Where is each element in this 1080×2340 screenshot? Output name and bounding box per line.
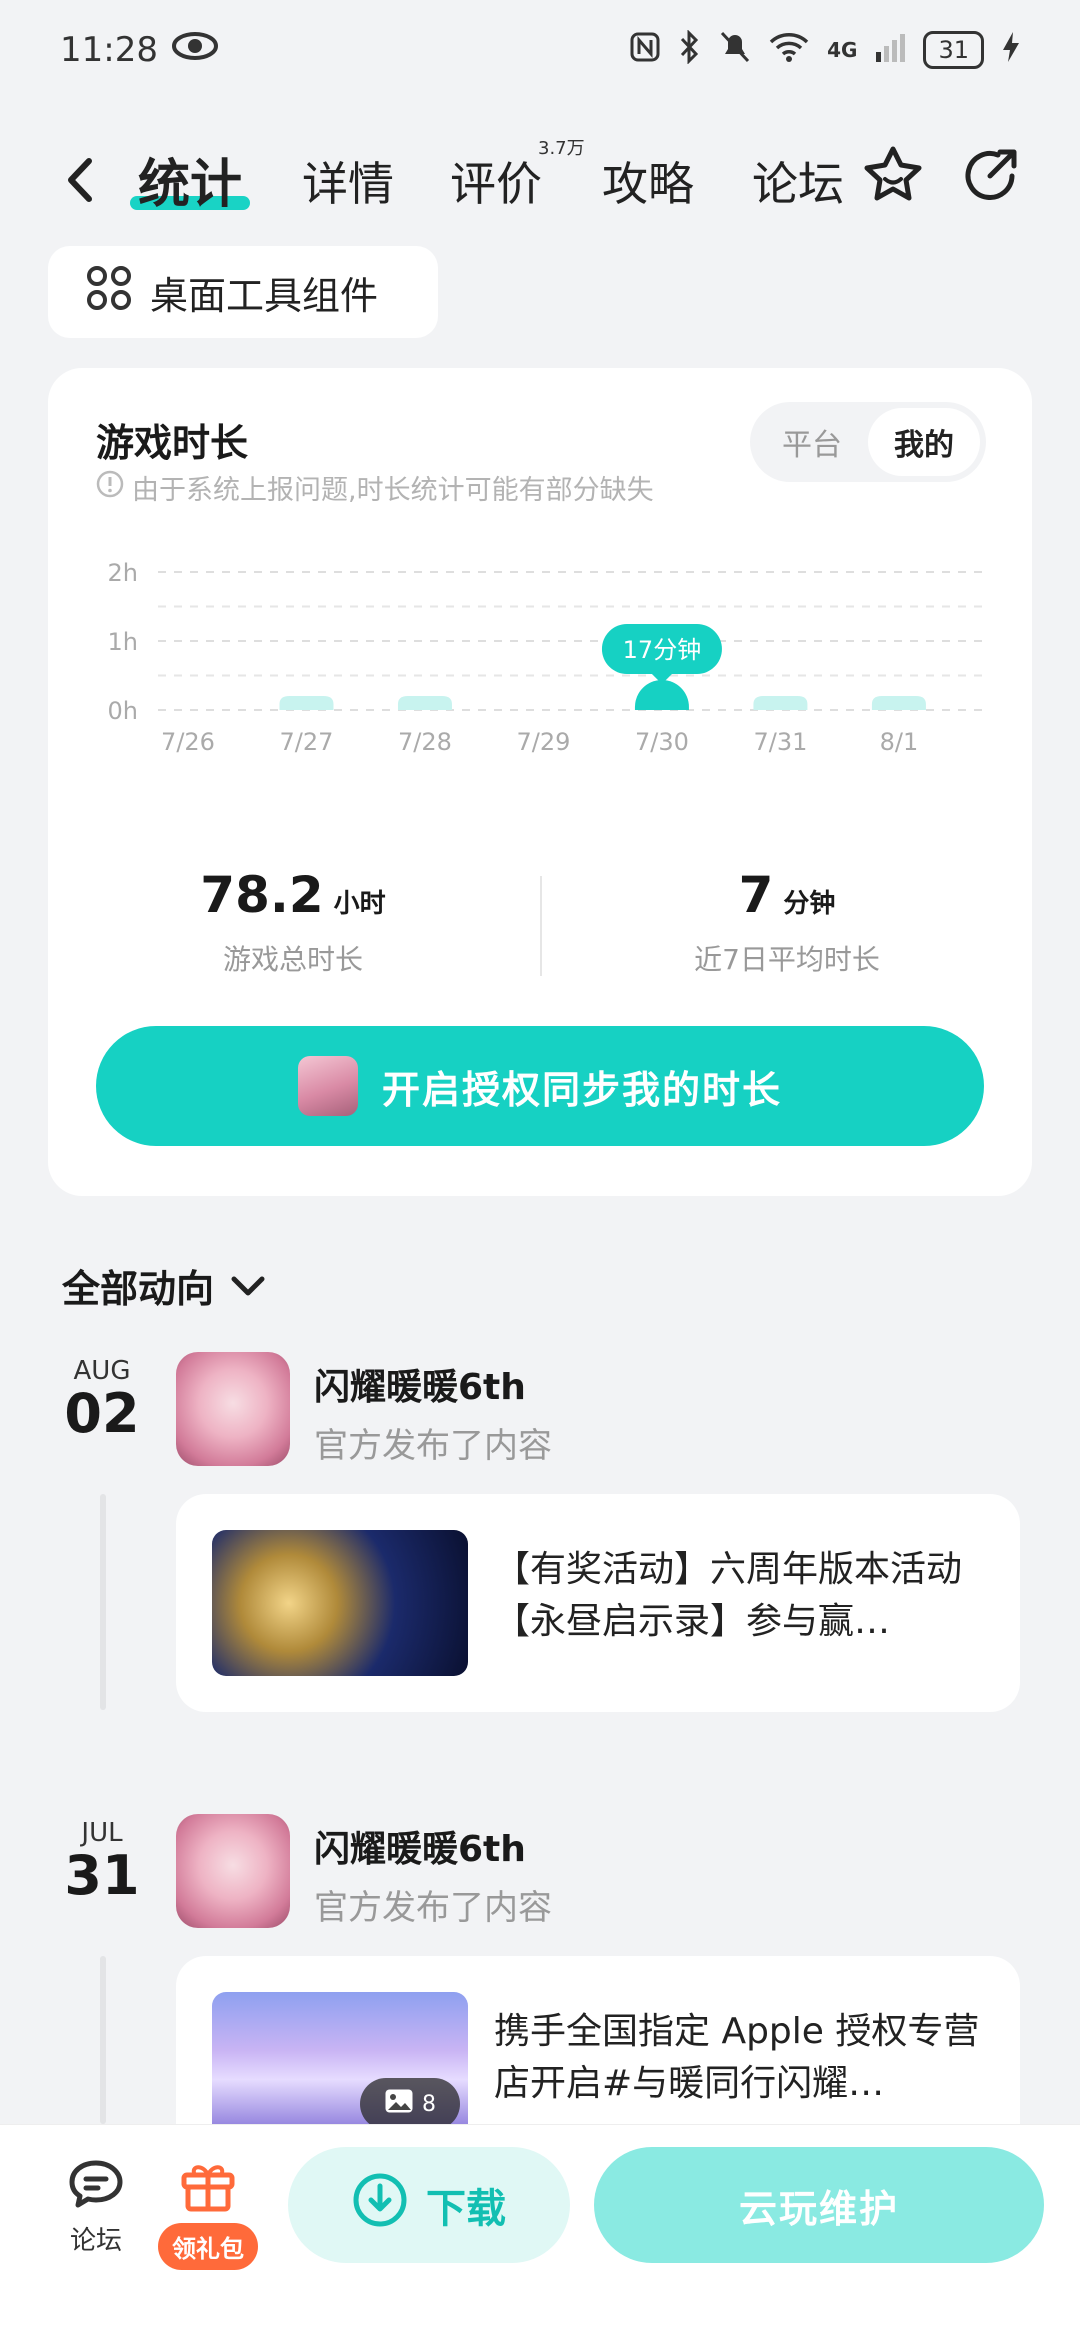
favorite-star-icon[interactable]	[858, 140, 928, 210]
entry-subtitle: 官方发布了内容	[314, 1426, 552, 1466]
battery-indicator: 31	[923, 31, 984, 69]
game-avatar[interactable]	[176, 1352, 290, 1466]
y-tick-label: 0h	[108, 697, 138, 725]
tab-guides[interactable]: 攻略	[602, 148, 694, 214]
desktop-widget-button[interactable]: 桌面工具组件	[48, 246, 438, 338]
feed-filter-dropdown[interactable]: 全部动向	[62, 1258, 266, 1313]
playtime-card: 游戏时长 由于系统上报问题,时长统计可能有部分缺失 平台 我的 0h 1h 2h 7/…	[48, 368, 1032, 1196]
entry-day: 02	[64, 1382, 140, 1445]
widget-label: 桌面工具组件	[150, 273, 379, 318]
image-count: 8	[422, 2091, 436, 2117]
entry-day: 31	[64, 1844, 140, 1907]
tab-stats[interactable]: 统计	[138, 142, 242, 217]
info-icon	[96, 470, 124, 505]
chat-icon	[66, 2160, 126, 2220]
y-tick-label: 1h	[108, 628, 138, 656]
x-tick-label: 7/31	[753, 728, 807, 756]
top-nav: 统计 详情 评价 3.7万 攻略 论坛	[0, 130, 1080, 230]
gift-icon	[178, 2165, 238, 2217]
forum-label: 论坛	[69, 2226, 122, 2256]
card-title: 游戏时长	[96, 421, 249, 465]
x-tick-label: 7/28	[398, 728, 452, 756]
game-avatar	[297, 1056, 358, 1116]
download-label: 下载	[426, 2186, 506, 2232]
chart-bar	[871, 696, 926, 710]
card-note: 由于系统上报问题,时长统计可能有部分缺失	[96, 468, 654, 507]
status-bar: 11:28 4G 31	[0, 0, 1080, 100]
feed-filter-label: 全部动向	[62, 1267, 215, 1311]
entry-author-name[interactable]: 闪耀暖暖6th	[314, 1820, 526, 1872]
charging-icon	[1002, 31, 1020, 70]
source-segment-control: 平台 我的	[750, 402, 986, 482]
x-tick-label: 8/1	[880, 728, 919, 756]
post-card[interactable]: 【有奖活动】六周年版本活动【永昼启示录】参与赢…	[176, 1494, 1020, 1712]
tab-reviews[interactable]: 评价	[450, 148, 542, 214]
tab-forum[interactable]: 论坛	[752, 148, 844, 214]
post-title: 携手全国指定 Apple 授权专营店开启#与暖同行闪耀…	[494, 2011, 980, 2104]
average-playtime-label: 近7日平均时长	[694, 943, 880, 976]
chart-bar	[753, 696, 808, 710]
game-avatar[interactable]	[176, 1814, 290, 1928]
average-playtime-block: 7 分钟 近7日平均时长	[542, 866, 1032, 978]
timeline-line	[100, 1956, 106, 2124]
segment-platform[interactable]: 平台	[756, 408, 868, 476]
network-label: 4G	[827, 38, 858, 62]
total-playtime-label: 游戏总时长	[222, 943, 363, 976]
cloud-play-button[interactable]: 云玩维护	[594, 2147, 1044, 2263]
chevron-down-icon	[230, 1264, 266, 1308]
x-tick-label: 7/26	[161, 728, 215, 756]
status-time: 11:28	[60, 30, 158, 70]
cloud-play-label: 云玩维护	[738, 2186, 899, 2231]
image-count-badge: 8	[360, 2078, 460, 2130]
download-icon	[352, 2172, 408, 2238]
entry-subtitle: 官方发布了内容	[314, 1888, 552, 1928]
average-playtime-value: 7	[738, 866, 774, 924]
post-thumbnail	[212, 1530, 468, 1676]
total-playtime-block: 78.2 小时 游戏总时长	[48, 866, 538, 978]
back-button[interactable]	[55, 150, 105, 210]
nfc-icon	[629, 31, 661, 70]
x-tick-label: 7/27	[280, 728, 334, 756]
sync-button-label: 开启授权同步我的时长	[381, 1067, 782, 1112]
x-tick-label: 7/29	[517, 728, 571, 756]
bluetooth-icon	[679, 28, 701, 71]
signal-icon	[875, 32, 906, 69]
totals-row: 78.2 小时 游戏总时长 7 分钟 近7日平均时长	[48, 866, 1032, 986]
chart-bar	[634, 680, 689, 710]
widget-grid-icon	[86, 265, 132, 320]
gift-pack-shortcut[interactable]: 领礼包	[150, 2157, 266, 2270]
download-button[interactable]: 下载	[288, 2147, 570, 2263]
status-right: 4G 31	[629, 28, 1020, 71]
bar-tooltip-label: 17分钟	[623, 636, 702, 664]
entry-author-name[interactable]: 闪耀暖暖6th	[314, 1358, 526, 1410]
entry-date: AUG 02	[62, 1356, 142, 1445]
image-icon	[384, 2088, 414, 2120]
chart-bar	[279, 696, 334, 710]
post-thumbnail: 8	[212, 1992, 468, 2138]
bottom-action-bar: 论坛 领礼包 下载 云玩维护	[0, 2124, 1080, 2340]
review-count-badge: 3.7万	[538, 138, 585, 159]
share-icon[interactable]	[956, 140, 1026, 210]
total-playtime-value: 78.2	[200, 866, 324, 924]
forum-shortcut[interactable]: 论坛	[56, 2157, 136, 2257]
eye-icon	[171, 30, 218, 70]
playtime-chart: 0h 1h 2h 7/26 7/27 7/28 7/29 7/30 7/31 8/1 17分钟	[48, 548, 1032, 808]
post-title: 【有奖活动】六周年版本活动【永昼启示录】参与赢…	[494, 1549, 963, 1642]
x-tick-label: 7/30	[635, 728, 689, 756]
playtime-chart-svg: 0h 1h 2h 7/26 7/27 7/28 7/29 7/30 7/31 8/1 17分钟	[108, 559, 988, 756]
segment-mine[interactable]: 我的	[868, 408, 980, 476]
card-note-text: 由于系统上报问题,时长统计可能有部分缺失	[132, 475, 654, 506]
entry-date: JUL 31	[62, 1818, 142, 1907]
gift-label: 领礼包	[158, 2223, 258, 2270]
timeline-line	[100, 1494, 106, 1710]
mute-icon	[719, 30, 751, 71]
chart-bar	[397, 696, 452, 710]
y-tick-label: 2h	[108, 559, 138, 587]
tab-details[interactable]: 详情	[302, 148, 394, 214]
status-left: 11:28	[60, 30, 218, 70]
wifi-icon	[769, 32, 809, 69]
total-playtime-unit: 小时	[333, 889, 386, 919]
average-playtime-unit: 分钟	[783, 889, 836, 919]
sync-playtime-button[interactable]: 开启授权同步我的时长	[96, 1026, 984, 1146]
